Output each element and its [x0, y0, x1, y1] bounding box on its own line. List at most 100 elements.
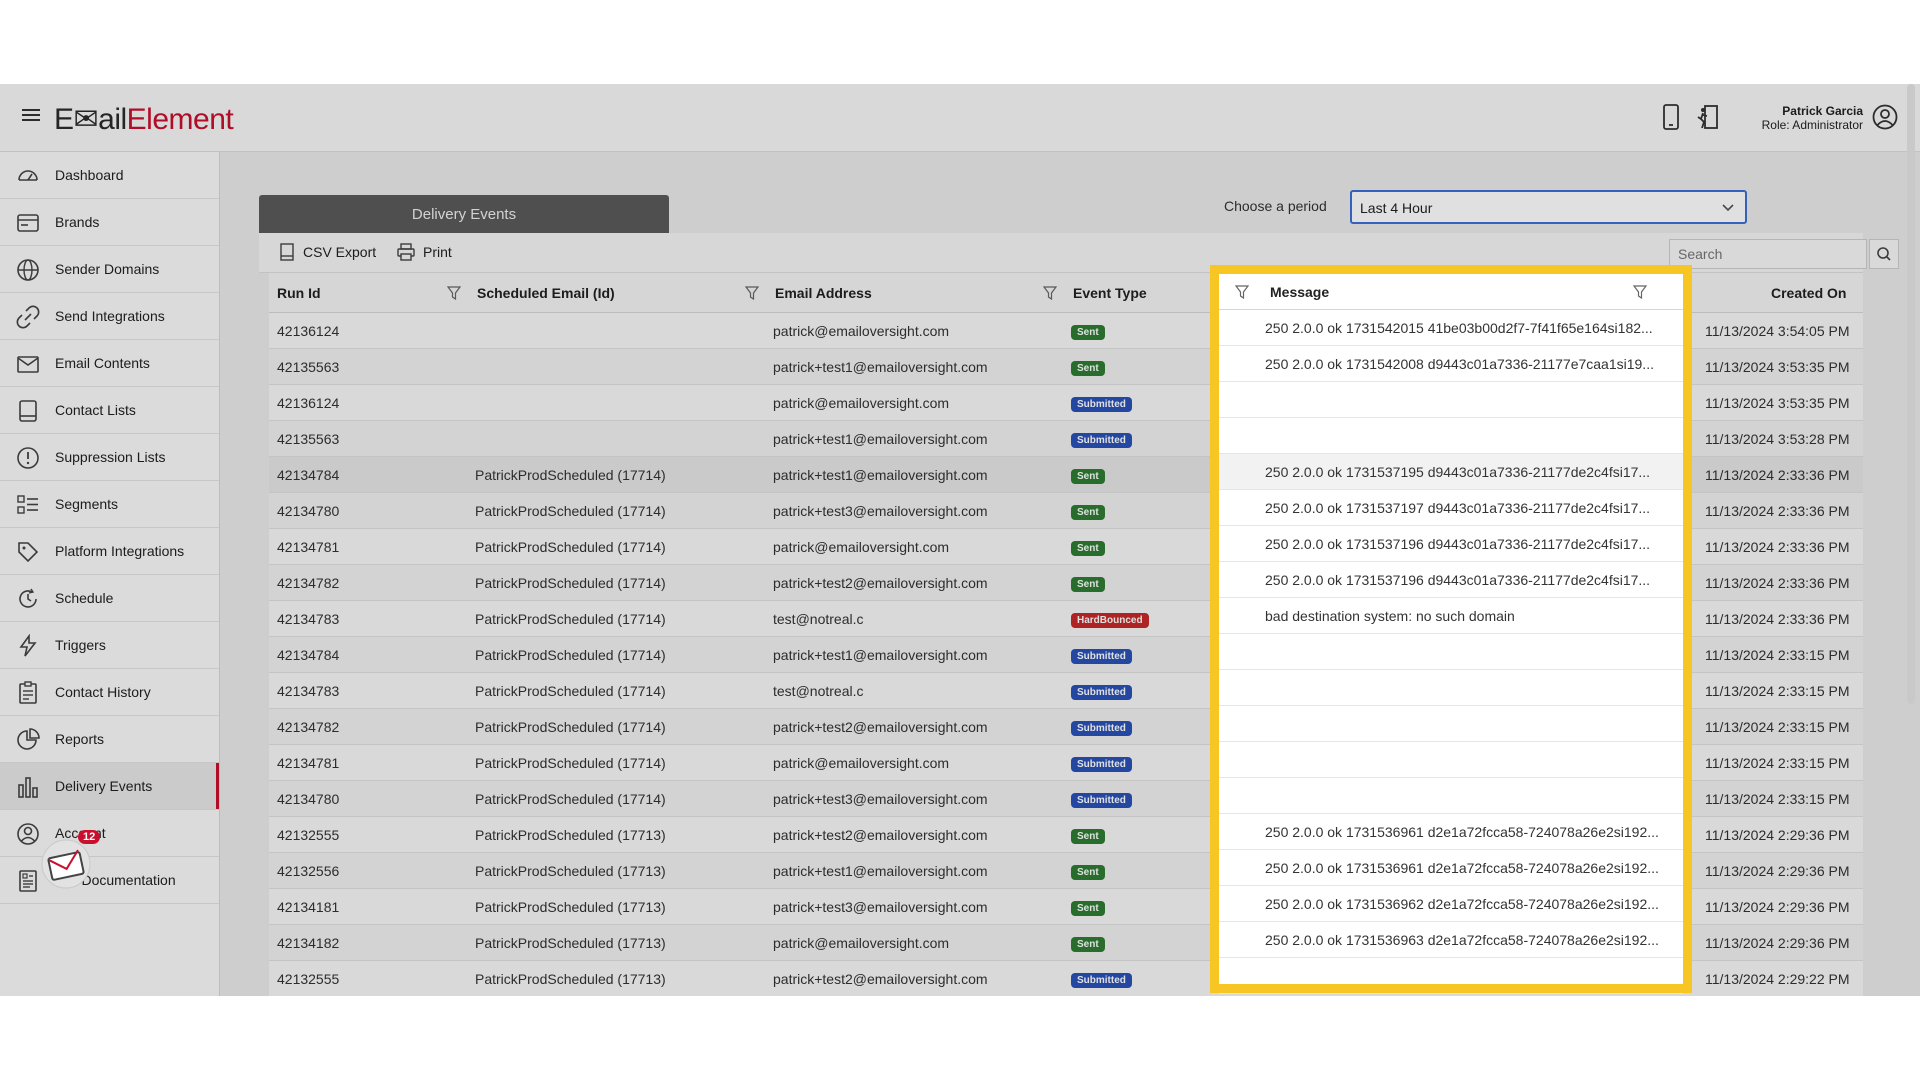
email-address-cell: patrick+test3@emailoversight.com	[773, 791, 988, 807]
brands-icon	[17, 214, 39, 232]
sidebar-item-label: Platform Integrations	[55, 543, 185, 559]
message-cell[interactable]	[1219, 958, 1683, 994]
app-logo[interactable]: E✉ailElement	[54, 102, 234, 137]
message-cell[interactable]	[1219, 742, 1683, 778]
col-header-event-type[interactable]: Event Type	[1073, 285, 1147, 301]
created-on-cell: 11/13/2024 2:33:15 PM	[1705, 791, 1850, 807]
sidebar-item-sender-domains[interactable]: Sender Domains	[0, 246, 219, 293]
message-text: 250 2.0.0 ok 1731537197 d9443c01a7336-21…	[1265, 500, 1651, 516]
message-cell[interactable]: 250 2.0.0 ok 1731536961 d2e1a72fcca58-72…	[1219, 814, 1683, 850]
email-address-cell: patrick+test3@emailoversight.com	[773, 503, 988, 519]
sidebar-item-label: Dashboard	[55, 167, 124, 183]
message-cell[interactable]	[1219, 418, 1683, 454]
filter-icon[interactable]	[1043, 286, 1057, 300]
filter-icon[interactable]	[1633, 285, 1647, 299]
user-avatar-icon[interactable]	[1872, 104, 1898, 130]
page-scrollbar[interactable]	[1907, 84, 1915, 704]
scheduled-email-cell: PatrickProdScheduled (17713)	[475, 827, 666, 843]
created-on-cell: 11/13/2024 3:53:28 PM	[1705, 431, 1850, 447]
filter-icon[interactable]	[1235, 285, 1249, 299]
scheduled-email-cell: PatrickProdScheduled (17713)	[475, 899, 666, 915]
menu-icon[interactable]	[22, 106, 40, 124]
message-column-header: Message	[1219, 274, 1683, 310]
message-text: 250 2.0.0 ok 1731537195 d9443c01a7336-21…	[1265, 464, 1651, 480]
message-cell[interactable]: 250 2.0.0 ok 1731536962 d2e1a72fcca58-72…	[1219, 886, 1683, 922]
event-type-cell: Sent	[1071, 358, 1105, 376]
printer-icon	[397, 243, 415, 261]
sidebar-item-reports[interactable]: Reports	[0, 716, 219, 763]
created-on-cell: 11/13/2024 2:29:36 PM	[1705, 899, 1850, 915]
message-cell[interactable]	[1219, 778, 1683, 814]
sidebar-item-suppression-lists[interactable]: Suppression Lists	[0, 434, 219, 481]
sidebar-item-label: Delivery Events	[55, 778, 153, 794]
search-input[interactable]	[1669, 239, 1867, 269]
created-on-cell: 11/13/2024 3:53:35 PM	[1705, 359, 1850, 375]
mail-notification-button[interactable]: 12	[40, 830, 101, 890]
sidebar-item-label: Reports	[55, 731, 105, 747]
filter-icon[interactable]	[745, 286, 759, 300]
message-cell[interactable]: bad destination system: no such domain	[1219, 598, 1683, 634]
status-badge: Submitted	[1071, 793, 1132, 808]
col-header-created-on[interactable]: Created On	[1771, 285, 1846, 301]
sidebar-item-platform-integrations[interactable]: Platform Integrations	[0, 528, 219, 575]
mobile-icon[interactable]	[1662, 104, 1688, 132]
period-select[interactable]: Last 4 Hour	[1350, 190, 1747, 224]
user-role: Role: Administrator	[1761, 118, 1863, 132]
message-cell[interactable]: 250 2.0.0 ok 1731537196 d9443c01a7336-21…	[1219, 526, 1683, 562]
list-icon	[19, 400, 37, 422]
message-cell[interactable]	[1219, 706, 1683, 742]
run-id-cell: 42134783	[277, 683, 340, 699]
dashboard-icon	[18, 170, 38, 181]
logout-icon[interactable]	[1696, 104, 1722, 132]
message-cell[interactable]: 250 2.0.0 ok 1731537195 d9443c01a7336-21…	[1219, 454, 1683, 490]
sidebar-item-api-documentation[interactable]: API Documentation	[0, 857, 219, 904]
print-button[interactable]: Print	[397, 243, 452, 261]
col-header-email-address[interactable]: Email Address	[775, 285, 872, 301]
sidebar-item-send-integrations[interactable]: Send Integrations	[0, 293, 219, 340]
top-bar: E✉ailElement Patrick Garcia Role: Admini…	[0, 84, 1920, 152]
scheduled-email-cell: PatrickProdScheduled (17714)	[475, 611, 666, 627]
col-header-message[interactable]: Message	[1270, 284, 1329, 300]
run-id-cell: 42132555	[277, 827, 340, 843]
message-cell[interactable]	[1219, 382, 1683, 418]
event-type-cell: Submitted	[1071, 790, 1132, 808]
created-on-cell: 11/13/2024 2:33:36 PM	[1705, 575, 1850, 591]
sidebar-item-dashboard[interactable]: Dashboard	[0, 152, 219, 199]
tag-icon	[18, 542, 39, 563]
event-type-cell: Submitted	[1071, 682, 1132, 700]
status-badge: Sent	[1071, 865, 1105, 880]
sidebar-item-brands[interactable]: Brands	[0, 199, 219, 246]
segments-icon	[17, 495, 38, 514]
sidebar-item-contact-lists[interactable]: Contact Lists	[0, 387, 219, 434]
envelope-icon	[17, 356, 39, 373]
run-id-cell: 42134782	[277, 575, 340, 591]
created-on-cell: 11/13/2024 2:33:36 PM	[1705, 503, 1850, 519]
sidebar-item-contact-history[interactable]: Contact History	[0, 669, 219, 716]
sidebar-item-delivery-events[interactable]: Delivery Events	[0, 763, 219, 810]
message-cell[interactable]: 250 2.0.0 ok 1731536961 d2e1a72fcca58-72…	[1219, 850, 1683, 886]
sidebar-item-email-contents[interactable]: Email Contents	[0, 340, 219, 387]
message-cell[interactable]: 250 2.0.0 ok 1731537197 d9443c01a7336-21…	[1219, 490, 1683, 526]
sidebar-item-schedule[interactable]: Schedule	[0, 575, 219, 622]
csv-export-label: CSV Export	[303, 244, 377, 260]
sidebar-item-triggers[interactable]: Triggers	[0, 622, 219, 669]
sidebar-item-segments[interactable]: Segments	[0, 481, 219, 528]
event-type-cell: Sent	[1071, 322, 1105, 340]
message-cell[interactable]	[1219, 634, 1683, 670]
message-cell[interactable]: 250 2.0.0 ok 1731537196 d9443c01a7336-21…	[1219, 562, 1683, 598]
message-cell[interactable]	[1219, 670, 1683, 706]
sidebar-item-label: Contact History	[55, 684, 151, 700]
bar-chart-icon	[18, 777, 38, 798]
csv-export-button[interactable]: CSV Export	[279, 243, 376, 261]
col-header-scheduled-email[interactable]: Scheduled Email (Id)	[477, 285, 615, 301]
search-button[interactable]	[1869, 239, 1899, 269]
message-cell[interactable]: 250 2.0.0 ok 1731536963 d2e1a72fcca58-72…	[1219, 922, 1683, 958]
filter-icon[interactable]	[447, 286, 461, 300]
col-header-run-id[interactable]: Run Id	[277, 285, 321, 301]
run-id-cell: 42134783	[277, 611, 340, 627]
message-column-spotlight: Message 250 2.0.0 ok 1731542015 41be03b0…	[1219, 274, 1683, 994]
message-cell[interactable]: 250 2.0.0 ok 1731542008 d9443c01a7336-21…	[1219, 346, 1683, 382]
message-cell[interactable]: 250 2.0.0 ok 1731542015 41be03b00d2f7-7f…	[1219, 310, 1683, 346]
scheduled-email-cell: PatrickProdScheduled (17714)	[475, 503, 666, 519]
sidebar-item-account[interactable]: Account	[0, 810, 219, 857]
